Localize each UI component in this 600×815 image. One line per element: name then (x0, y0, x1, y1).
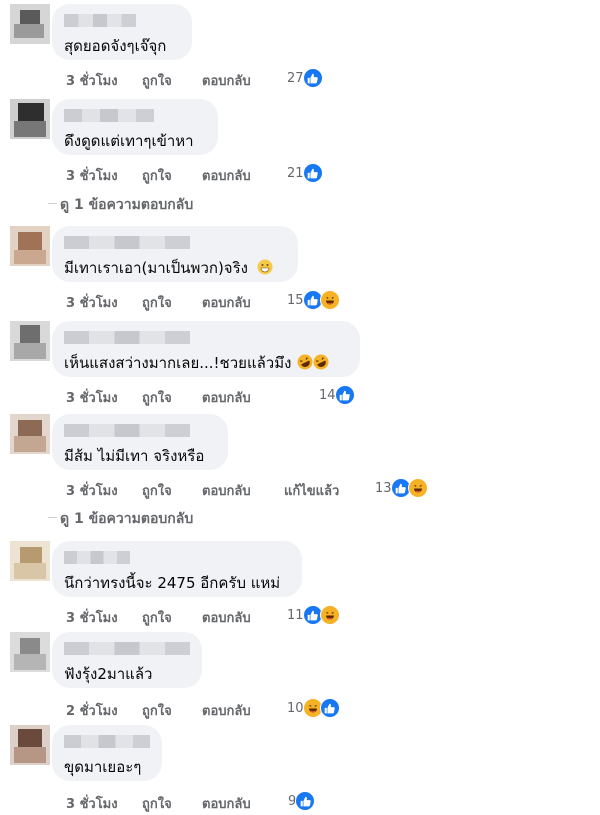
reply-connector-line (48, 517, 57, 518)
reaction-summary[interactable]: 14 (319, 385, 355, 405)
avatar[interactable] (10, 414, 50, 454)
haha-reaction-icon (407, 478, 428, 498)
haha-reaction-icon (319, 290, 340, 310)
comment-text: ฟังรุ้ง2มาแล้ว (64, 665, 153, 683)
reply-button[interactable]: ตอบกลับ (202, 292, 251, 313)
reply-button[interactable]: ตอบกลับ (202, 700, 251, 721)
reply-button[interactable]: ตอบกลับ (202, 480, 251, 501)
like-button[interactable]: ถูกใจ (142, 387, 172, 408)
view-replies-label: ดู 1 ข้อความตอบกลับ (60, 511, 194, 527)
like-reaction-icon (302, 68, 323, 88)
reply-button[interactable]: ตอบกลับ (202, 165, 251, 186)
comment-bubble: เห็นแสงสว่างมากเลย...!ชวยแล้วมึง (52, 321, 360, 377)
reply-button[interactable]: ตอบกลับ (202, 793, 251, 814)
haha-reaction-icon (319, 605, 340, 625)
comment-text: เห็นแสงสว่างมากเลย...!ชวยแล้วมึง (64, 351, 329, 375)
avatar[interactable] (10, 632, 50, 672)
comment-time[interactable]: 3 ชั่วโมง (66, 387, 118, 408)
comment-time[interactable]: 3 ชั่วโมง (66, 165, 118, 186)
like-button[interactable]: ถูกใจ (142, 793, 172, 814)
author-name-blurred[interactable] (64, 424, 190, 437)
rolling-laughing-emoji-icon (297, 354, 313, 374)
reaction-count: 10 (287, 700, 304, 716)
comment-bubble: มีเทาเราเอา(มาเป็นพวก)จริง (52, 226, 298, 282)
rolling-laughing-emoji-icon (313, 354, 329, 374)
comment-text-content: เห็นแสงสว่างมากเลย...!ชวยแล้วมึง (64, 354, 292, 372)
view-replies-link[interactable]: ดู 1 ข้อความตอบกลับ (60, 194, 193, 216)
avatar[interactable] (10, 4, 50, 44)
comment-text: ดึงดูดแต่เทาๆเข้าหา (64, 132, 194, 150)
reaction-summary[interactable]: 13 (375, 478, 428, 498)
comment-text: มีเทาเราเอา(มาเป็นพวก)จริง (64, 256, 273, 280)
comment-bubble: ฟังรุ้ง2มาแล้ว (52, 632, 202, 688)
author-name-blurred[interactable] (64, 331, 190, 344)
author-name-blurred[interactable] (64, 551, 130, 564)
comment-bubble: มีส้ม ไม่มีเทา จริงหรือ (52, 414, 228, 470)
avatar[interactable] (10, 725, 50, 765)
author-name-blurred[interactable] (64, 735, 150, 748)
comment-time[interactable]: 3 ชั่วโมง (66, 70, 118, 91)
reaction-count: 21 (287, 165, 304, 181)
avatar[interactable] (10, 541, 50, 581)
avatar[interactable] (10, 321, 50, 361)
reaction-summary[interactable]: 10 (287, 698, 340, 718)
reaction-summary[interactable]: 27 (287, 68, 323, 88)
comment-text: สุดยอดจังๆเจ๊จุก (64, 37, 167, 55)
view-replies-link[interactable]: ดู 1 ข้อความตอบกลับ (60, 508, 193, 530)
view-replies-label: ดู 1 ข้อความตอบกลับ (60, 197, 194, 213)
like-button[interactable]: ถูกใจ (142, 165, 172, 186)
avatar[interactable] (10, 99, 50, 139)
avatar[interactable] (10, 226, 50, 266)
reply-button[interactable]: ตอบกลับ (202, 70, 251, 91)
comment-time[interactable]: 3 ชั่วโมง (66, 793, 118, 814)
reaction-count: 11 (287, 607, 304, 623)
comment-bubble: ดึงดูดแต่เทาๆเข้าหา (52, 99, 218, 155)
comment-bubble: สุดยอดจังๆเจ๊จุก (52, 4, 192, 60)
reply-button[interactable]: ตอบกลับ (202, 387, 251, 408)
reaction-summary[interactable]: 21 (287, 163, 323, 183)
reaction-count: 14 (319, 387, 336, 403)
like-button[interactable]: ถูกใจ (142, 607, 172, 628)
reaction-count: 15 (287, 292, 304, 308)
comment-time[interactable]: 3 ชั่วโมง (66, 607, 118, 628)
like-reaction-icon (302, 163, 323, 183)
like-button[interactable]: ถูกใจ (142, 292, 172, 313)
like-reaction-icon (319, 698, 340, 718)
reaction-summary[interactable]: 15 (287, 290, 340, 310)
comment-text: มีส้ม ไม่มีเทา จริงหรือ (64, 447, 205, 465)
reaction-summary[interactable]: 9 (288, 791, 316, 811)
author-name-blurred[interactable] (64, 236, 190, 249)
author-name-blurred[interactable] (64, 14, 136, 27)
comment-bubble: นึกว่าทรงนี้จะ 2475 อีกครับ แหม่ (52, 541, 302, 597)
like-button[interactable]: ถูกใจ (142, 700, 172, 721)
comment-time[interactable]: 2 ชั่วโมง (66, 700, 118, 721)
author-name-blurred[interactable] (64, 109, 154, 122)
like-button[interactable]: ถูกใจ (142, 70, 172, 91)
like-button[interactable]: ถูกใจ (142, 480, 172, 501)
reply-button[interactable]: ตอบกลับ (202, 607, 251, 628)
edited-label[interactable]: แก้ไขแล้ว (284, 480, 339, 501)
reaction-count: 27 (287, 70, 304, 86)
comment-text-content: มีเทาเราเอา(มาเป็นพวก)จริง (64, 259, 248, 277)
like-reaction-icon (295, 791, 316, 811)
grinning-face-emoji-icon (257, 259, 273, 279)
comment-bubble: ขุดมาเยอะๆ (52, 725, 162, 781)
comment-time[interactable]: 3 ชั่วโมง (66, 292, 118, 313)
reaction-count: 13 (375, 480, 392, 496)
reaction-summary[interactable]: 11 (287, 605, 340, 625)
comment-text: นึกว่าทรงนี้จะ 2475 อีกครับ แหม่ (64, 574, 281, 592)
like-reaction-icon (334, 385, 355, 405)
comment-time[interactable]: 3 ชั่วโมง (66, 480, 118, 501)
reply-connector-line (48, 203, 57, 204)
author-name-blurred[interactable] (64, 642, 190, 655)
comment-text: ขุดมาเยอะๆ (64, 758, 142, 776)
